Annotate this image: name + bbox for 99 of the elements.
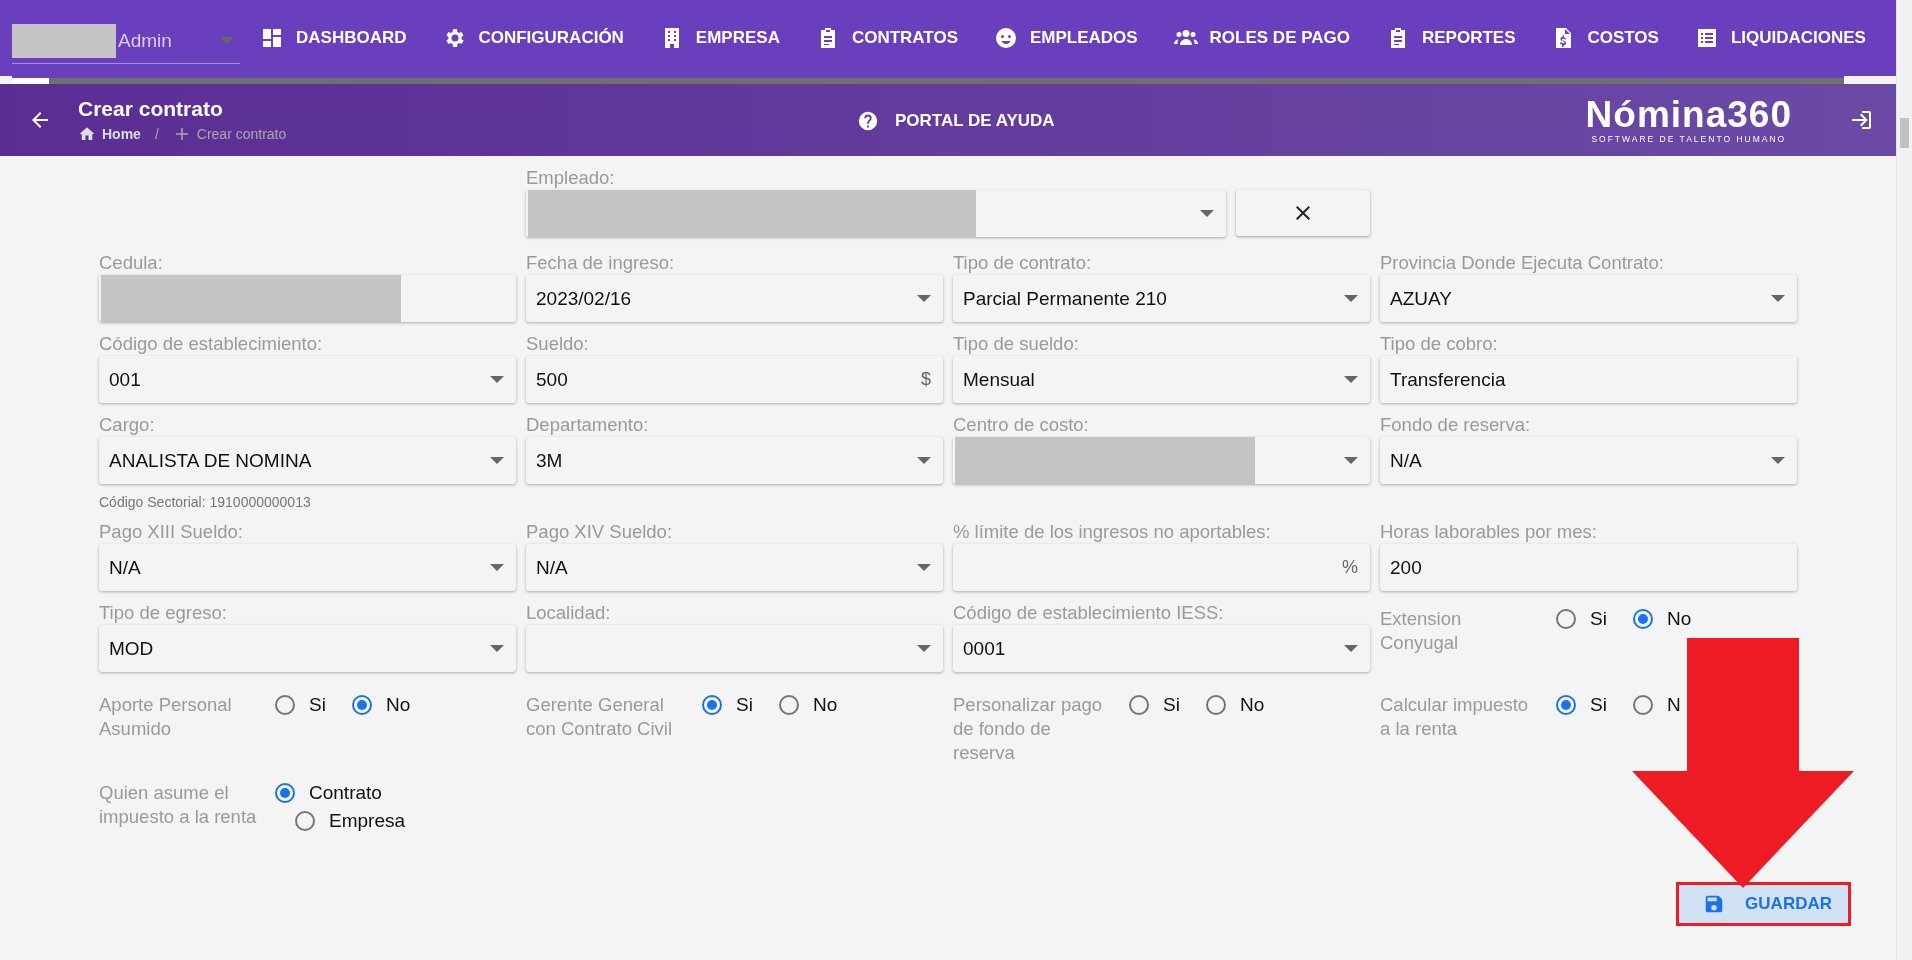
dropdown-caret-icon xyxy=(917,295,931,302)
radio-button[interactable]: Si xyxy=(275,693,326,717)
select-field[interactable]: N/A xyxy=(1380,437,1797,484)
nav-link[interactable]: CONFIGURACIÓN xyxy=(442,26,624,50)
select-field[interactable]: N/A xyxy=(526,544,943,591)
select-field[interactable]: 3M xyxy=(526,437,943,484)
dropdown-caret-icon xyxy=(220,37,234,44)
field-label: Pago XIII Sueldo: xyxy=(99,520,244,544)
nav-link[interactable]: COSTOS xyxy=(1551,26,1659,50)
field-label: Sueldo: xyxy=(526,332,590,356)
dashboard-icon xyxy=(260,26,284,50)
nav-link[interactable]: ROLES DE PAGO xyxy=(1173,26,1350,50)
logout-icon[interactable] xyxy=(1850,108,1874,132)
field-label: Tipo de cobro: xyxy=(1380,332,1499,356)
dropdown-caret-icon xyxy=(490,457,504,464)
clear-button[interactable] xyxy=(1236,190,1370,236)
field-label: Fecha de ingreso: xyxy=(526,251,676,275)
radio-group-label: Calcular impuesto a la renta xyxy=(1380,693,1530,741)
field-label: Código de establecimiento IESS: xyxy=(953,601,1225,625)
radio-button[interactable]: No xyxy=(1205,693,1265,717)
select-field[interactable]: AZUAY xyxy=(1380,275,1797,322)
radio-button[interactable]: Contrato xyxy=(275,781,382,805)
face-icon xyxy=(993,26,1018,50)
radio-group-label: Extension Conyugal xyxy=(1380,607,1463,655)
nav-link[interactable]: CONTRATOS xyxy=(815,26,958,50)
select-field[interactable]: N/A xyxy=(99,544,516,591)
nav-link[interactable]: EMPLEADOS xyxy=(993,26,1138,50)
dropdown-caret-icon xyxy=(490,376,504,383)
input-field[interactable]: 200 xyxy=(1380,544,1797,591)
radio-button[interactable]: Si xyxy=(1556,693,1607,717)
dropdown-caret-icon xyxy=(917,645,931,652)
field-hint: Código Sectorial: 1910000000013 xyxy=(99,494,312,510)
input-field[interactable]: 500 $ xyxy=(526,356,943,403)
scrollbar[interactable] xyxy=(1896,0,1912,960)
radio-group-label: Personalizar pago de fondo de reserva xyxy=(953,693,1104,765)
select-field[interactable]: ANALISTA DE NOMINA xyxy=(99,437,516,484)
radio-group-label: Gerente General con Contrato Civil xyxy=(526,693,673,741)
field-label: Centro de costo: xyxy=(953,413,1090,437)
field-label: Localidad: xyxy=(526,601,612,625)
select-field[interactable]: 0001 xyxy=(953,625,1370,672)
dropdown-caret-icon xyxy=(1344,295,1358,302)
field-label: % límite de los ingresos no aportables: xyxy=(953,520,1272,544)
radio-group-label: Quien asume el impuesto a la renta xyxy=(99,781,258,829)
user-selector[interactable]: Admin xyxy=(12,18,240,64)
field-label: Provincia Donde Ejecuta Contrato: xyxy=(1380,251,1665,275)
dropdown-caret-icon xyxy=(1771,295,1785,302)
input-field[interactable]: Transferencia xyxy=(1380,356,1797,403)
nav-link[interactable]: EMPRESA xyxy=(659,26,780,50)
radio-button[interactable]: Si xyxy=(1129,693,1180,717)
select-field[interactable]: Parcial Permanente 210 xyxy=(953,275,1370,322)
radio-button[interactable]: N xyxy=(1632,693,1681,717)
dropdown-caret-icon xyxy=(1344,376,1358,383)
select-field[interactable] xyxy=(526,190,1226,237)
dropdown-caret-icon xyxy=(1771,457,1785,464)
dropdown-caret-icon xyxy=(917,564,931,571)
radio-button[interactable]: No xyxy=(778,693,838,717)
radio-button[interactable]: No xyxy=(351,693,411,717)
input-field[interactable] xyxy=(99,275,516,322)
page-title: Crear contrato xyxy=(78,97,224,121)
nav-link[interactable]: DASHBOARD xyxy=(260,26,407,50)
select-field[interactable]: Mensual xyxy=(953,356,1370,403)
dropdown-caret-icon xyxy=(490,564,504,571)
breadcrumb-link[interactable]: Home xyxy=(102,126,141,142)
help-icon xyxy=(857,110,879,132)
dropdown-caret-icon xyxy=(1200,210,1214,217)
logo-wordmark: Nómina360 xyxy=(1585,96,1792,134)
field-label: Tipo de egreso: xyxy=(99,601,228,625)
help-portal-link[interactable]: PORTAL DE AYUDA xyxy=(857,110,1055,132)
field-label: Cargo: xyxy=(99,413,156,437)
radio-button[interactable]: Empresa xyxy=(275,809,406,833)
dropdown-caret-icon xyxy=(490,645,504,652)
breadcrumb-current: Crear contrato xyxy=(196,126,287,142)
field-label: Pago XIV Sueldo: xyxy=(526,520,674,544)
field-label: Horas laborables por mes: xyxy=(1380,520,1598,544)
radio-button[interactable]: Si xyxy=(702,693,753,717)
field-label: Empleado: xyxy=(526,166,616,190)
field-label: Código de establecimiento: xyxy=(99,332,324,356)
select-field[interactable]: 2023/02/16 xyxy=(526,275,943,322)
nav-link[interactable]: LIQUIDACIONES xyxy=(1694,26,1866,50)
select-field[interactable]: MOD xyxy=(99,625,516,672)
radio-group-label: Aporte Personal Asumido xyxy=(99,693,233,741)
field-label: Cedula: xyxy=(99,251,164,275)
logo-tagline: SOFTWARE DE TALENTO HUMANO xyxy=(1590,134,1788,144)
field-label: Tipo de contrato: xyxy=(953,251,1093,275)
dropdown-caret-icon xyxy=(1344,457,1358,464)
nav-link[interactable]: REPORTES xyxy=(1385,26,1516,50)
dropdown-caret-icon xyxy=(1344,645,1358,652)
select-field[interactable] xyxy=(526,625,943,672)
field-label: Departamento: xyxy=(526,413,650,437)
breadcrumb-separator: / xyxy=(154,126,159,142)
input-field[interactable]: % xyxy=(953,544,1370,591)
home-icon xyxy=(78,125,96,143)
dropdown-caret-icon xyxy=(917,457,931,464)
select-field[interactable] xyxy=(953,437,1370,484)
radio-button[interactable]: No xyxy=(1632,607,1692,631)
select-field[interactable]: 001 xyxy=(99,356,516,403)
field-label: Tipo de sueldo: xyxy=(953,332,1080,356)
radio-button[interactable]: Si xyxy=(1556,607,1607,631)
field-label: Fondo de reserva: xyxy=(1380,413,1532,437)
